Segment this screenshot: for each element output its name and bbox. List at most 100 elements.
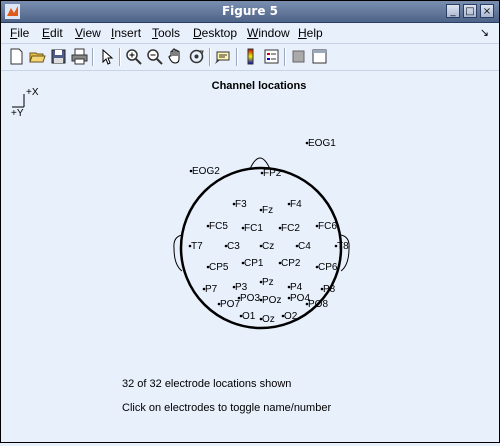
show-plot-tools-button[interactable] xyxy=(310,47,329,66)
electrode-c3[interactable]: C3 xyxy=(224,241,241,252)
rotate-3d-button[interactable] xyxy=(187,47,206,66)
electrode-cp2[interactable]: CP2 xyxy=(278,258,301,269)
axis-x-label: +X xyxy=(26,87,39,98)
show-plot-tools-icon xyxy=(312,49,327,64)
edit-plot-arrow-icon xyxy=(102,48,114,65)
electrode-p8[interactable]: P8 xyxy=(320,284,336,295)
save-button[interactable] xyxy=(49,47,68,66)
electrode-cp1[interactable]: CP1 xyxy=(241,258,264,269)
rotate-3d-icon xyxy=(189,49,204,64)
zoom-in-button[interactable] xyxy=(124,47,143,66)
electrode-f4[interactable]: F4 xyxy=(287,199,302,210)
plot-title: Channel locations xyxy=(212,80,307,92)
open-file-button[interactable] xyxy=(28,47,47,66)
electrode-oz[interactable]: Oz xyxy=(259,314,275,325)
zoom-out-icon xyxy=(147,49,163,65)
pan-hand-button[interactable] xyxy=(166,47,185,66)
toolbar-separator xyxy=(119,48,121,66)
new-file-button[interactable] xyxy=(7,47,26,66)
electrode-f3[interactable]: F3 xyxy=(232,199,247,210)
toolbar xyxy=(1,44,499,71)
electrode-t7[interactable]: T7 xyxy=(188,241,203,252)
open-file-icon xyxy=(29,52,46,63)
toolbar-separator xyxy=(92,48,94,66)
electrode-label: CP6 xyxy=(318,262,338,273)
electrode-fc6[interactable]: FC6 xyxy=(315,221,338,232)
maximize-button[interactable]: □ xyxy=(463,4,477,18)
electrode-p3[interactable]: P3 xyxy=(232,282,248,293)
electrode-label: O1 xyxy=(242,311,256,322)
menu-help[interactable]: Help xyxy=(298,26,323,40)
toolbar-separator xyxy=(284,48,286,66)
electrode-label: Fz xyxy=(262,205,273,216)
electrode-label: F3 xyxy=(235,199,247,210)
edit-plot-arrow-button[interactable] xyxy=(97,47,116,66)
menu-insert[interactable]: Insert xyxy=(111,26,141,40)
menu-file[interactable]: File xyxy=(10,26,29,40)
figure-canvas[interactable]: Channel locations +X +Y EOG1 EOG2 FP2 F3 F4 F… xyxy=(2,71,499,442)
electrode-eog2[interactable]: EOG2 xyxy=(189,166,221,177)
save-icon xyxy=(51,49,66,64)
electrode-label: Oz xyxy=(262,314,275,325)
menu-edit[interactable]: Edit xyxy=(42,26,63,40)
electrode-p7[interactable]: P7 xyxy=(202,284,218,295)
toolbar-separator xyxy=(209,48,211,66)
electrode-label: EOG1 xyxy=(308,138,336,149)
electrode-fc5[interactable]: FC5 xyxy=(206,221,229,232)
electrode-label: P7 xyxy=(205,284,218,295)
electrode-pz[interactable]: Pz xyxy=(259,277,274,288)
electrode-label: CP2 xyxy=(281,258,301,269)
figure-window: Figure 5 _ □ × File Edit View Insert Tools De… xyxy=(0,0,500,443)
electrode-p4[interactable]: P4 xyxy=(287,282,303,293)
electrode-label: O2 xyxy=(284,311,298,322)
electrode-poz[interactable]: POz xyxy=(259,295,282,306)
electrode-label: T7 xyxy=(191,241,203,252)
electrode-label: EOG2 xyxy=(192,166,220,177)
electrode-cp5[interactable]: CP5 xyxy=(206,262,229,273)
menu-window[interactable]: Window xyxy=(247,26,290,40)
toolbar-separator xyxy=(236,48,238,66)
electrode-fc1[interactable]: FC1 xyxy=(241,223,264,234)
electrode-label: FC2 xyxy=(281,223,300,234)
zoom-out-button[interactable] xyxy=(145,47,164,66)
electrode-label: P3 xyxy=(235,282,248,293)
electrode-fp2[interactable]: FP2 xyxy=(260,168,282,179)
electrode-o2[interactable]: O2 xyxy=(281,311,298,322)
dock-figure-icon[interactable]: ↘ xyxy=(480,26,489,39)
window-title: Figure 5 xyxy=(221,4,279,18)
insert-legend-icon xyxy=(264,49,279,64)
electrode-po7[interactable]: PO7 xyxy=(217,299,241,310)
electrode-label: Pz xyxy=(262,277,274,288)
close-button[interactable]: × xyxy=(480,4,494,18)
electrode-eog1[interactable]: EOG1 xyxy=(305,138,337,149)
title-bar[interactable]: Figure 5 _ □ × xyxy=(1,1,499,23)
print-icon xyxy=(71,48,88,65)
menu-tools[interactable]: Tools xyxy=(152,26,180,40)
electrode-c4[interactable]: C4 xyxy=(295,241,312,252)
electrode-o1[interactable]: O1 xyxy=(239,311,256,322)
electrode-label: POz xyxy=(262,295,281,306)
insert-legend-button[interactable] xyxy=(262,47,281,66)
electrode-label: F4 xyxy=(290,199,302,210)
data-cursor-button[interactable] xyxy=(214,47,233,66)
electrode-po3[interactable]: PO3 xyxy=(237,293,261,304)
electrode-label: P4 xyxy=(290,282,303,293)
pan-hand-icon xyxy=(168,48,180,64)
minimize-button[interactable]: _ xyxy=(446,4,460,18)
electrode-label: PO7 xyxy=(220,299,240,310)
electrode-fz[interactable]: Fz xyxy=(259,205,273,216)
electrode-po8[interactable]: PO8 xyxy=(305,299,329,310)
hide-plot-tools-icon xyxy=(292,50,305,63)
hide-plot-tools-button[interactable] xyxy=(289,47,308,66)
zoom-in-icon xyxy=(126,49,142,65)
electrode-label: T8 xyxy=(337,241,349,252)
menu-view[interactable]: View xyxy=(75,26,101,40)
electrode-fc2[interactable]: FC2 xyxy=(278,223,301,234)
channel-locations-plot[interactable]: Channel locations +X +Y EOG1 EOG2 FP2 F3 F4 F… xyxy=(2,71,499,442)
insert-colorbar-button[interactable] xyxy=(241,47,260,66)
electrode-t8[interactable]: T8 xyxy=(334,241,349,252)
electrode-cz[interactable]: Cz xyxy=(259,241,275,252)
electrode-cp6[interactable]: CP6 xyxy=(315,262,338,273)
print-button[interactable] xyxy=(70,47,89,66)
menu-desktop[interactable]: Desktop xyxy=(193,26,237,40)
